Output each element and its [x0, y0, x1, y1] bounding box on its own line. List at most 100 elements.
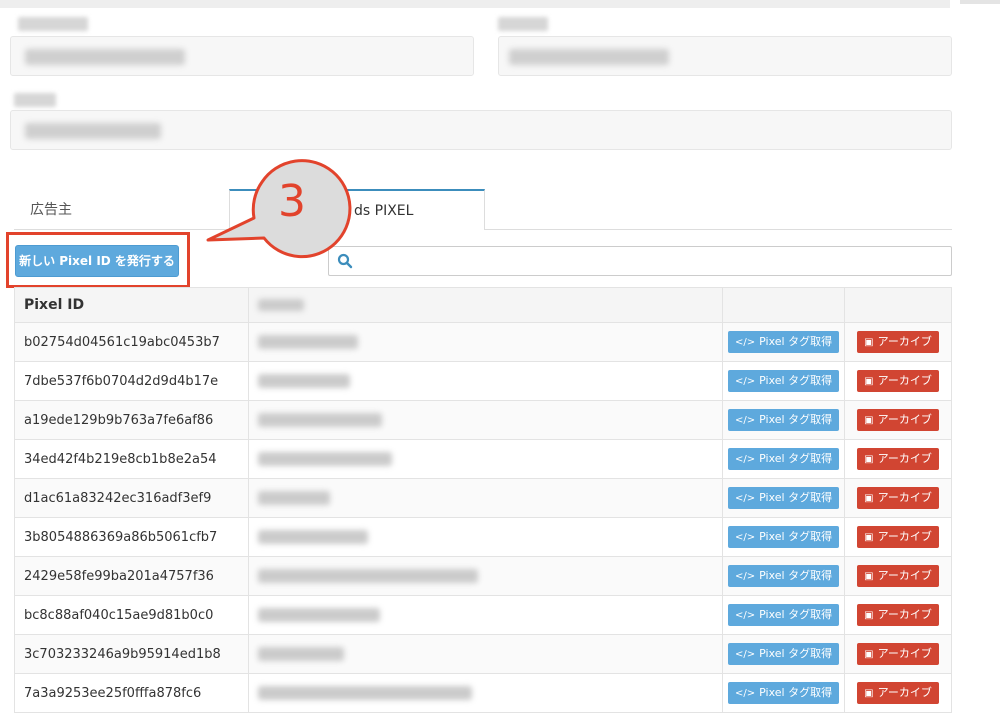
code-icon: </> [734, 571, 756, 582]
pixel-id-cell: d1ac61a83242ec316adf3ef9 [14, 478, 249, 518]
archive-button[interactable]: ▣ アーカイブ [857, 643, 939, 665]
blurred-cell [247, 322, 724, 362]
get-pixel-tag-button[interactable]: </> Pixel タグ取得 [727, 370, 840, 392]
blurred-cell [247, 595, 724, 635]
get-pixel-tag-label: Pixel タグ取得 [759, 491, 833, 504]
archive-button[interactable]: ▣ アーカイブ [857, 682, 939, 704]
get-pixel-tag-label: Pixel タグ取得 [759, 413, 833, 426]
column-header-blurred [247, 287, 724, 323]
table-row: 2429e58fe99ba201a4757f36 </> Pixel タグ取得 ▣ アー… [14, 556, 952, 596]
tag-cell: </> Pixel タグ取得 [722, 478, 846, 518]
tab-advertiser[interactable]: 広告主 [14, 190, 88, 230]
archive-button[interactable]: ▣ アーカイブ [857, 604, 939, 626]
pixel-id-cell: 3b8054886369a86b5061cfb7 [14, 517, 249, 557]
archive-icon: ▣ [864, 649, 874, 660]
blurred-cell [247, 361, 724, 401]
get-pixel-tag-button[interactable]: </> Pixel タグ取得 [727, 487, 840, 509]
pixel-id-cell: 34ed42f4b219e8cb1b8e2a54 [14, 439, 249, 479]
archive-icon: ▣ [864, 415, 874, 426]
code-icon: </> [734, 688, 756, 699]
pixel-id-cell: bc8c88af040c15ae9d81b0c0 [14, 595, 249, 635]
archive-label: アーカイブ [877, 374, 932, 387]
archive-cell: ▣ アーカイブ [844, 400, 952, 440]
archive-label: アーカイブ [877, 530, 932, 543]
archive-cell: ▣ アーカイブ [844, 556, 952, 596]
tag-cell: </> Pixel タグ取得 [722, 673, 846, 713]
blurred-cell [247, 673, 724, 713]
search-input[interactable] [328, 246, 952, 276]
get-pixel-tag-label: Pixel タグ取得 [759, 647, 833, 660]
new-pixel-id-button[interactable]: 新しい Pixel ID を発行する [15, 245, 179, 277]
table-row: a19ede129b9b763a7fe6af86 </> Pixel タグ取得 ▣ アー… [14, 400, 952, 440]
pixel-id-cell: 7dbe537f6b0704d2d9d4b17e [14, 361, 249, 401]
top-strip [0, 0, 950, 8]
code-icon: </> [734, 337, 756, 348]
get-pixel-tag-button[interactable]: </> Pixel タグ取得 [727, 604, 840, 626]
archive-button[interactable]: ▣ アーカイブ [857, 487, 939, 509]
archive-icon: ▣ [864, 376, 874, 387]
archive-label: アーカイブ [877, 413, 932, 426]
get-pixel-tag-button[interactable]: </> Pixel タグ取得 [727, 409, 840, 431]
archive-button[interactable]: ▣ アーカイブ [857, 409, 939, 431]
archive-icon: ▣ [864, 337, 874, 348]
tag-cell: </> Pixel タグ取得 [722, 439, 846, 479]
archive-icon: ▣ [864, 610, 874, 621]
archive-button[interactable]: ▣ アーカイブ [857, 526, 939, 548]
archive-cell: ▣ アーカイブ [844, 478, 952, 518]
blurred-cell [247, 439, 724, 479]
get-pixel-tag-label: Pixel タグ取得 [759, 452, 833, 465]
code-icon: </> [734, 610, 756, 621]
table-row: 7a3a9253ee25f0fffa878fc6 </> Pixel タグ取得 ▣ アー… [14, 673, 952, 713]
archive-label: アーカイブ [877, 608, 932, 621]
code-icon: </> [734, 493, 756, 504]
blurred-cell [247, 478, 724, 518]
get-pixel-tag-button[interactable]: </> Pixel タグ取得 [727, 565, 840, 587]
code-icon: </> [734, 454, 756, 465]
table-row: 3c703233246a9b95914ed1b8 </> Pixel タグ取得 ▣ アー… [14, 634, 952, 674]
archive-button[interactable]: ▣ アーカイブ [857, 448, 939, 470]
tag-cell: </> Pixel タグ取得 [722, 556, 846, 596]
highlight-box: 新しい Pixel ID を発行する [6, 232, 190, 288]
code-icon: </> [734, 415, 756, 426]
archive-label: アーカイブ [877, 335, 932, 348]
search-icon [337, 253, 353, 269]
archive-button[interactable]: ▣ アーカイブ [857, 370, 939, 392]
blurred-cell [247, 634, 724, 674]
archive-cell: ▣ アーカイブ [844, 595, 952, 635]
archive-label: アーカイブ [877, 491, 932, 504]
code-icon: </> [734, 649, 756, 660]
code-icon: </> [734, 376, 756, 387]
field-label-blurred [18, 17, 88, 31]
archive-button[interactable]: ▣ アーカイブ [857, 331, 939, 353]
field-blurred[interactable] [10, 36, 474, 76]
get-pixel-tag-button[interactable]: </> Pixel タグ取得 [727, 682, 840, 704]
archive-label: アーカイブ [877, 647, 932, 660]
archive-button[interactable]: ▣ アーカイブ [857, 565, 939, 587]
archive-label: アーカイブ [877, 686, 932, 699]
get-pixel-tag-button[interactable]: </> Pixel タグ取得 [727, 331, 840, 353]
tab-pixel-label: ds PIXEL [354, 203, 414, 219]
pixel-id-cell: 2429e58fe99ba201a4757f36 [14, 556, 249, 596]
tag-cell: </> Pixel タグ取得 [722, 361, 846, 401]
archive-cell: ▣ アーカイブ [844, 439, 952, 479]
table-row: d1ac61a83242ec316adf3ef9 </> Pixel タグ取得 ▣ アー… [14, 478, 952, 518]
pixel-id-cell: a19ede129b9b763a7fe6af86 [14, 400, 249, 440]
right-edge [960, 0, 1000, 4]
archive-icon: ▣ [864, 454, 874, 465]
pixel-table: Pixel ID b02754d04561c19abc0453b7 </> Pixe… [14, 287, 952, 713]
step-number: 3 [278, 176, 306, 227]
table-row: 7dbe537f6b0704d2d9d4b17e </> Pixel タグ取得 ▣ アー… [14, 361, 952, 401]
field-blurred[interactable] [10, 110, 952, 150]
archive-icon: ▣ [864, 571, 874, 582]
tag-cell: </> Pixel タグ取得 [722, 595, 846, 635]
blurred-cell [247, 556, 724, 596]
get-pixel-tag-button[interactable]: </> Pixel タグ取得 [727, 526, 840, 548]
archive-icon: ▣ [864, 493, 874, 504]
get-pixel-tag-button[interactable]: </> Pixel タグ取得 [727, 643, 840, 665]
blurred-cell [247, 517, 724, 557]
get-pixel-tag-label: Pixel タグ取得 [759, 530, 833, 543]
get-pixel-tag-button[interactable]: </> Pixel タグ取得 [727, 448, 840, 470]
column-header-empty [844, 287, 952, 323]
table-row: 34ed42f4b219e8cb1b8e2a54 </> Pixel タグ取得 ▣ アー… [14, 439, 952, 479]
field-blurred[interactable] [498, 36, 952, 76]
